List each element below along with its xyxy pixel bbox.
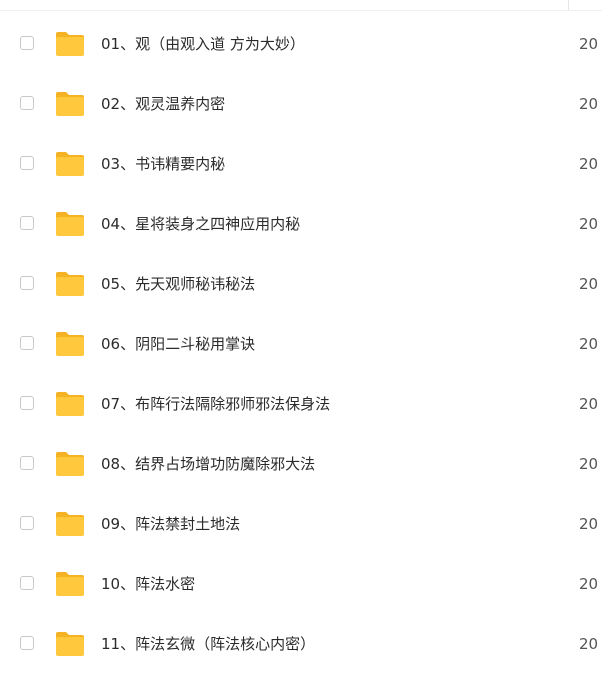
file-row[interactable]: 02、观灵温养内密 20 bbox=[0, 74, 602, 134]
folder-icon bbox=[54, 330, 86, 358]
file-row[interactable]: 04、星将装身之四神应用内秘 20 bbox=[0, 194, 602, 254]
row-checkbox[interactable] bbox=[20, 516, 34, 530]
file-date: 20 bbox=[579, 515, 599, 533]
file-row[interactable]: 09、阵法禁封土地法 20 bbox=[0, 494, 602, 554]
folder-icon bbox=[54, 90, 86, 118]
folder-icon bbox=[54, 630, 86, 658]
file-name[interactable]: 07、布阵行法隔除邪师邪法保身法 bbox=[101, 374, 330, 434]
file-name[interactable]: 02、观灵温养内密 bbox=[101, 74, 225, 134]
file-row[interactable]: 08、结界占场增功防魔除邪大法 20 bbox=[0, 434, 602, 494]
file-row[interactable]: 10、阵法水密 20 bbox=[0, 554, 602, 614]
file-row[interactable]: 03、书讳精要内秘 20 bbox=[0, 134, 602, 194]
file-name[interactable]: 04、星将装身之四神应用内秘 bbox=[101, 194, 300, 254]
file-list: 01、观（由观入道 方为大妙） 20 02、观灵温养内密 20 03、书讳精要内… bbox=[0, 14, 602, 674]
file-name[interactable]: 08、结界占场增功防魔除邪大法 bbox=[101, 434, 315, 494]
folder-icon bbox=[54, 270, 86, 298]
folder-icon bbox=[54, 30, 86, 58]
file-date: 20 bbox=[579, 35, 599, 53]
row-checkbox[interactable] bbox=[20, 456, 34, 470]
folder-icon bbox=[54, 150, 86, 178]
file-name[interactable]: 06、阴阳二斗秘用掌诀 bbox=[101, 314, 255, 374]
file-date: 20 bbox=[579, 335, 599, 353]
file-date: 20 bbox=[579, 635, 599, 653]
file-name[interactable]: 01、观（由观入道 方为大妙） bbox=[101, 14, 305, 74]
column-divider bbox=[568, 0, 569, 10]
row-checkbox[interactable] bbox=[20, 156, 34, 170]
file-row[interactable]: 07、布阵行法隔除邪师邪法保身法 20 bbox=[0, 374, 602, 434]
row-checkbox[interactable] bbox=[20, 336, 34, 350]
folder-icon bbox=[54, 450, 86, 478]
file-name[interactable]: 05、先天观师秘讳秘法 bbox=[101, 254, 255, 314]
header-divider bbox=[0, 10, 602, 11]
file-name[interactable]: 03、书讳精要内秘 bbox=[101, 134, 225, 194]
row-checkbox[interactable] bbox=[20, 96, 34, 110]
folder-icon bbox=[54, 210, 86, 238]
row-checkbox[interactable] bbox=[20, 636, 34, 650]
file-row[interactable]: 01、观（由观入道 方为大妙） 20 bbox=[0, 14, 602, 74]
file-date: 20 bbox=[579, 95, 599, 113]
file-date: 20 bbox=[579, 455, 599, 473]
file-date: 20 bbox=[579, 575, 599, 593]
folder-icon bbox=[54, 390, 86, 418]
file-date: 20 bbox=[579, 155, 599, 173]
file-row[interactable]: 05、先天观师秘讳秘法 20 bbox=[0, 254, 602, 314]
file-row[interactable]: 06、阴阳二斗秘用掌诀 20 bbox=[0, 314, 602, 374]
file-name[interactable]: 09、阵法禁封土地法 bbox=[101, 494, 240, 554]
folder-icon bbox=[54, 510, 86, 538]
row-checkbox[interactable] bbox=[20, 396, 34, 410]
row-checkbox[interactable] bbox=[20, 36, 34, 50]
file-date: 20 bbox=[579, 215, 599, 233]
row-checkbox[interactable] bbox=[20, 216, 34, 230]
file-row[interactable]: 11、阵法玄微（阵法核心内密） 20 bbox=[0, 614, 602, 674]
file-date: 20 bbox=[579, 275, 599, 293]
file-date: 20 bbox=[579, 395, 599, 413]
row-checkbox[interactable] bbox=[20, 576, 34, 590]
file-name[interactable]: 10、阵法水密 bbox=[101, 554, 195, 614]
folder-icon bbox=[54, 570, 86, 598]
file-name[interactable]: 11、阵法玄微（阵法核心内密） bbox=[101, 614, 315, 674]
row-checkbox[interactable] bbox=[20, 276, 34, 290]
